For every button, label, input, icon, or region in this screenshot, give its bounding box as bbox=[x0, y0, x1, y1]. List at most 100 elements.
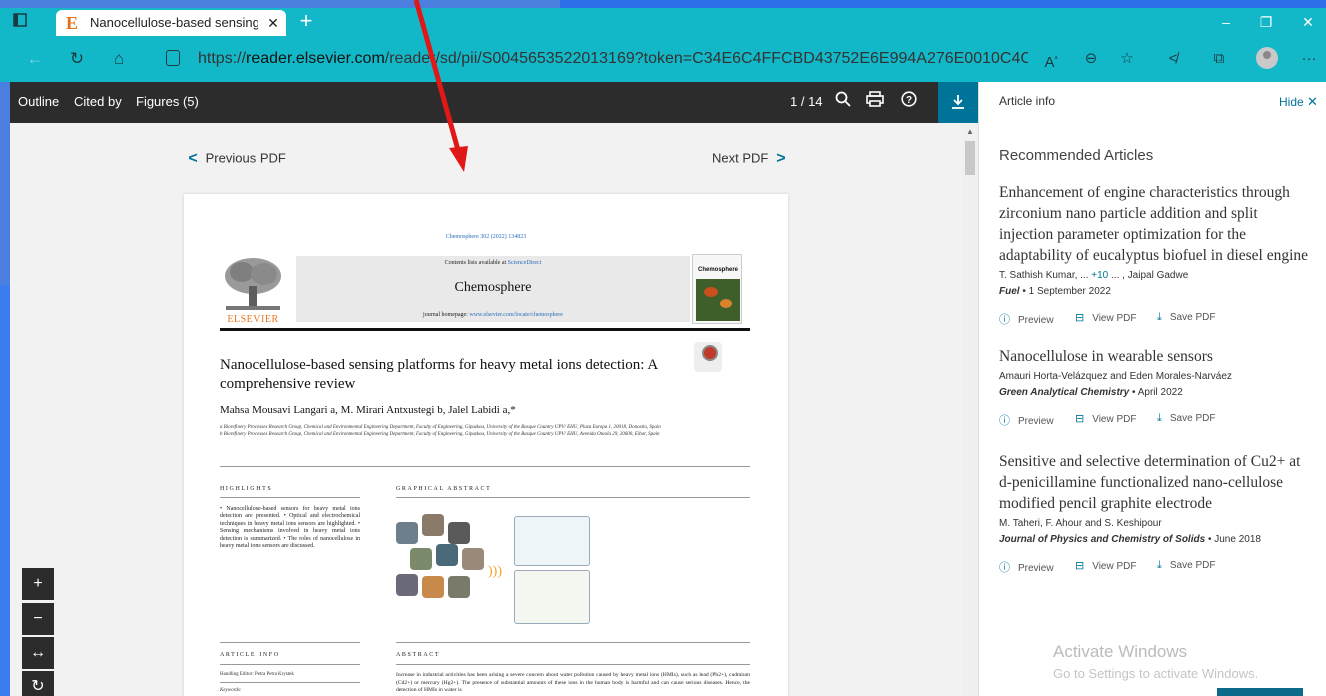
affiliation-a: a Biorefinery Processes Research Group, … bbox=[220, 425, 661, 430]
favorites-list-icon[interactable]: ≮ bbox=[1162, 48, 1184, 70]
previous-pdf-link[interactable]: < Previous PDF bbox=[184, 150, 286, 168]
fit-width-button[interactable]: ↔ bbox=[22, 637, 54, 669]
ga-tile bbox=[410, 548, 432, 570]
scroll-thumb[interactable] bbox=[965, 141, 975, 175]
article-authors: Mahsa Mousavi Langari a, M. Mirari Antxu… bbox=[220, 404, 516, 416]
ga-tile bbox=[448, 576, 470, 598]
back-icon[interactable]: ← bbox=[24, 48, 46, 70]
preview-button[interactable]: ⓘ Preview bbox=[999, 412, 1054, 428]
article-title-link[interactable]: Enhancement of engine characteristics th… bbox=[999, 182, 1311, 266]
ga-tile bbox=[422, 576, 444, 598]
figures-link[interactable]: Figures (5) bbox=[136, 94, 199, 109]
handling-editor: Handling Editor: Petra Petra Krystek bbox=[220, 672, 294, 677]
new-tab-button[interactable]: + bbox=[294, 10, 318, 34]
hide-panel-button[interactable]: Hide ✕ bbox=[1279, 94, 1318, 110]
preview-button[interactable]: ⓘ Preview bbox=[999, 311, 1054, 327]
download-icon: ⤓ bbox=[1157, 559, 1162, 571]
authors-start: T. Sathish Kumar, ... bbox=[999, 270, 1092, 281]
restore-icon[interactable]: ❐ bbox=[1256, 12, 1276, 32]
journal-cover-image: Chemosphere bbox=[692, 254, 742, 324]
read-aloud-icon[interactable]: Aᵃ bbox=[1040, 48, 1062, 71]
search-icon[interactable] bbox=[832, 91, 854, 113]
ga-tile bbox=[436, 544, 458, 566]
scroll-up-icon[interactable]: ▲ bbox=[965, 127, 975, 137]
view-pdf-button[interactable]: ⊟ View PDF bbox=[1075, 412, 1137, 425]
article-title-link[interactable]: Sensitive and selective determination of… bbox=[999, 451, 1311, 514]
reader-toolbar: Outline Cited by Figures (5) 1 / 14 ? bbox=[10, 82, 978, 123]
page-indicator[interactable]: 1 / 14 bbox=[790, 94, 823, 109]
homepage-line: journal homepage: www.elsevier.com/locat… bbox=[296, 312, 690, 318]
more-menu-icon[interactable]: ··· bbox=[1298, 48, 1320, 70]
journal-homepage-link[interactable]: www.elsevier.com/locate/chemosphere bbox=[469, 312, 563, 318]
lock-icon bbox=[166, 50, 180, 66]
outline-link[interactable]: Outline bbox=[18, 94, 59, 109]
help-icon[interactable]: ? bbox=[898, 91, 920, 113]
close-window-icon[interactable]: ✕ bbox=[1298, 12, 1318, 32]
highlights-list: • Nanocellulose-based sensors for heavy … bbox=[220, 506, 360, 550]
journal-name: Fuel bbox=[999, 286, 1020, 297]
recommended-article: Enhancement of engine characteristics th… bbox=[999, 182, 1311, 327]
zoom-out-button[interactable]: − bbox=[22, 603, 54, 635]
minimize-icon[interactable]: – bbox=[1216, 12, 1236, 32]
sciencedirect-link[interactable]: ScienceDirect bbox=[508, 260, 542, 266]
article-source: Fuel • 1 September 2022 bbox=[999, 286, 1311, 297]
cited-by-link[interactable]: Cited by bbox=[74, 94, 122, 109]
save-pdf-button[interactable]: ⤓ Save PDF bbox=[1157, 559, 1215, 572]
save-pdf-button[interactable]: ⤓ Save PDF bbox=[1157, 412, 1215, 425]
graphical-abstract-heading: GRAPHICAL ABSTRACT bbox=[396, 486, 492, 492]
pdf-icon: ⊟ bbox=[1075, 413, 1085, 425]
article-info-heading: ARTICLE INFO bbox=[220, 652, 280, 658]
ga-arrow: ))) bbox=[488, 564, 502, 579]
keywords-label: Keywords: bbox=[220, 688, 242, 693]
view-pdf-button[interactable]: ⊟ View PDF bbox=[1075, 311, 1137, 324]
next-pdf-link[interactable]: Next PDF > bbox=[712, 150, 790, 168]
authors-end: ... , Jaipal Gadwe bbox=[1108, 270, 1189, 281]
contents-line: Contents lists available at ScienceDirec… bbox=[296, 260, 690, 266]
ga-tile bbox=[462, 548, 484, 570]
zoom-icon[interactable]: ⊖ bbox=[1080, 48, 1102, 70]
homepage-prefix: journal homepage: bbox=[423, 312, 470, 318]
search-svg bbox=[835, 91, 851, 107]
hide-label: Hide bbox=[1279, 95, 1304, 109]
info-icon: ⓘ bbox=[999, 562, 1010, 574]
check-for-updates-icon[interactable] bbox=[694, 342, 722, 372]
article-source: Journal of Physics and Chemistry of Soli… bbox=[999, 534, 1311, 545]
preview-button[interactable]: ⓘ Preview bbox=[999, 559, 1054, 575]
activate-windows-title: Activate Windows bbox=[1053, 642, 1188, 661]
pub-date: • 1 September 2022 bbox=[1019, 286, 1111, 297]
preview-label: Preview bbox=[1018, 315, 1054, 326]
article-actions: ⓘ Preview ⊟ View PDF ⤓ Save PDF bbox=[999, 412, 1311, 428]
close-tab-icon[interactable]: ✕ bbox=[264, 13, 282, 33]
home-icon[interactable]: ⌂ bbox=[108, 48, 130, 70]
pdf-page: Chemosphere 302 (2022) 134823 ELSEVIER C… bbox=[184, 194, 788, 696]
rotate-button[interactable]: ↻ bbox=[22, 671, 54, 696]
more-authors-link[interactable]: +10 bbox=[1091, 270, 1108, 281]
browser-tab[interactable]: E Nanocellulose-based sensing pla ✕ bbox=[56, 10, 286, 36]
collections-icon[interactable]: ⧉ bbox=[1208, 48, 1230, 70]
highlights-heading: HIGHLIGHTS bbox=[220, 486, 273, 492]
article-title-link[interactable]: Nanocellulose in wearable sensors bbox=[999, 346, 1311, 367]
journal-name: Chemosphere bbox=[454, 280, 532, 295]
tab-actions-icon[interactable] bbox=[10, 12, 30, 32]
info-icon: ⓘ bbox=[999, 314, 1010, 326]
view-pdf-button[interactable]: ⊟ View PDF bbox=[1075, 559, 1137, 572]
abstract-heading: ABSTRACT bbox=[396, 652, 441, 658]
corner-button[interactable] bbox=[1217, 688, 1303, 696]
profile-avatar[interactable] bbox=[1256, 47, 1278, 69]
print-icon[interactable] bbox=[864, 91, 886, 113]
url-field[interactable]: https://reader.elsevier.com/reader/sd/pi… bbox=[154, 42, 1134, 76]
save-pdf-button[interactable]: ⤓ Save PDF bbox=[1157, 311, 1215, 324]
activate-windows-subtitle: Go to Settings to activate Windows. bbox=[1053, 666, 1259, 681]
info-icon: ⓘ bbox=[999, 415, 1010, 427]
ga-tile bbox=[396, 574, 418, 596]
zoom-in-button[interactable]: + bbox=[22, 568, 54, 600]
divider bbox=[396, 642, 750, 643]
reader-scrollbar[interactable]: ▲ bbox=[962, 123, 978, 696]
favorite-icon[interactable]: ☆ bbox=[1116, 48, 1138, 70]
pdf-icon: ⊟ bbox=[1075, 560, 1085, 572]
print-svg bbox=[866, 91, 884, 107]
pdf-citation: Chemosphere 302 (2022) 134823 bbox=[445, 234, 527, 240]
download-pdf-button[interactable] bbox=[938, 82, 978, 123]
refresh-icon[interactable]: ↻ bbox=[66, 48, 88, 70]
elsevier-tree-svg bbox=[225, 258, 281, 310]
